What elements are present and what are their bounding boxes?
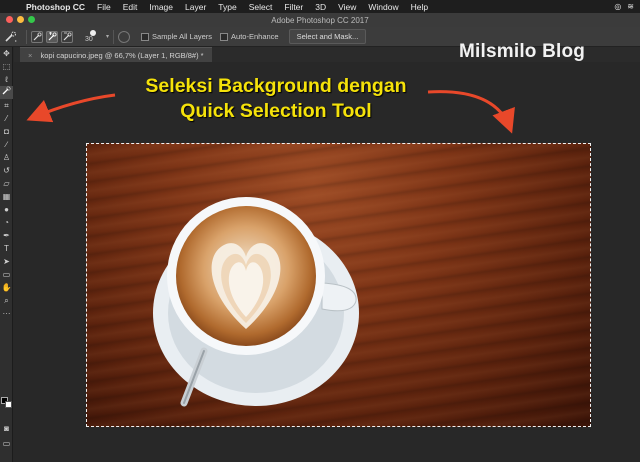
menu-select[interactable]: Select <box>243 2 279 12</box>
brush-tool-icon[interactable]: ∕ <box>0 138 13 151</box>
quick-mask-icon[interactable]: ◙ <box>0 422 13 435</box>
wifi-icon[interactable]: ≋ <box>627 2 634 11</box>
annotation-line-1: Seleksi Background dengan <box>145 75 407 97</box>
move-tool-icon[interactable]: ✥ <box>0 47 13 60</box>
path-selection-tool-icon[interactable]: ➤ <box>0 255 13 268</box>
sample-all-layers-label: Sample All Layers <box>152 32 213 41</box>
auto-enhance-label: Auto-Enhance <box>231 32 279 41</box>
gradient-tool-icon[interactable]: ▦ <box>0 190 13 203</box>
hand-tool-icon[interactable]: ✋ <box>0 281 13 294</box>
brush-angle-icon[interactable] <box>118 30 131 43</box>
crop-tool-icon[interactable]: ⌗ <box>0 99 13 112</box>
document-tab-label: kopi capucino.jpeg @ 66,7% (Layer 1, RGB… <box>40 51 204 60</box>
annotation-line-2: Quick Selection Tool <box>180 100 372 122</box>
menu-help[interactable]: Help <box>405 2 434 12</box>
menu-edit[interactable]: Edit <box>117 2 144 12</box>
separator <box>113 29 115 44</box>
close-tab-icon[interactable]: × <box>28 51 32 60</box>
quick-selection-tool-icon[interactable] <box>0 86 13 99</box>
new-selection-mode-icon[interactable] <box>31 30 43 43</box>
window-title: Adobe Photoshop CC 2017 <box>271 16 369 25</box>
separator <box>26 29 27 44</box>
type-tool-icon[interactable]: T <box>0 242 13 255</box>
background-color-swatch[interactable] <box>5 401 12 408</box>
clone-stamp-tool-icon[interactable]: ♙ <box>0 151 13 164</box>
checkbox-box[interactable] <box>220 32 229 41</box>
auto-enhance-checkbox[interactable]: Auto-Enhance <box>220 32 279 41</box>
sample-all-layers-checkbox[interactable]: Sample All Layers <box>141 32 212 41</box>
shape-tool-icon[interactable]: ▭ <box>0 268 13 281</box>
canvas-image[interactable] <box>86 143 591 427</box>
menu-type[interactable]: Type <box>212 2 242 12</box>
menu-file[interactable]: File <box>91 2 117 12</box>
brush-size-value: 30 <box>85 35 93 43</box>
more-tools-icon[interactable]: ··· <box>0 307 13 320</box>
coffee-cup-photo <box>153 197 359 407</box>
screen-mode-icon[interactable]: ▭ <box>0 437 13 450</box>
select-and-mask-button[interactable]: Select and Mask... <box>288 29 367 44</box>
checkbox-box[interactable] <box>141 32 150 41</box>
brush-dropdown-chevron-icon[interactable]: ▾ <box>106 33 109 40</box>
window-title-bar: Adobe Photoshop CC 2017 <box>0 13 640 27</box>
brush-size-picker[interactable]: 30 <box>82 29 106 45</box>
marquee-tool-icon[interactable]: ⬚ <box>0 60 13 73</box>
color-swatches[interactable] <box>1 397 12 409</box>
dodge-tool-icon[interactable]: ◔ <box>0 216 13 229</box>
menu-image[interactable]: Image <box>143 2 179 12</box>
status-icons: ◎ ≋ <box>614 2 640 11</box>
tools-panel: ✥ ⬚ ℓ ⌗ ⁄ ◘ ∕ ♙ ↺ ▱ ▦ ● ◔ ✒ T ➤ ▭ ✋ ⌕ ··… <box>0 47 13 462</box>
menu-layer[interactable]: Layer <box>179 2 212 12</box>
blur-tool-icon[interactable]: ● <box>0 203 13 216</box>
document-tab[interactable]: × kopi capucino.jpeg @ 66,7% (Layer 1, R… <box>20 47 212 62</box>
pen-tool-icon[interactable]: ✒ <box>0 229 13 242</box>
quick-selection-preset-icon[interactable] <box>0 29 22 45</box>
creative-cloud-icon[interactable]: ◎ <box>614 2 621 11</box>
menu-app-name[interactable]: Photoshop CC <box>20 2 91 12</box>
menu-window[interactable]: Window <box>362 2 404 12</box>
zoom-tool-icon[interactable]: ⌕ <box>0 294 13 307</box>
eyedropper-tool-icon[interactable]: ⁄ <box>0 112 13 125</box>
menu-bar: Photoshop CC File Edit Image Layer Type … <box>0 0 640 13</box>
menu-view[interactable]: View <box>332 2 362 12</box>
lasso-tool-icon[interactable]: ℓ <box>0 73 13 86</box>
eraser-tool-icon[interactable]: ▱ <box>0 177 13 190</box>
healing-brush-tool-icon[interactable]: ◘ <box>0 125 13 138</box>
annotation-headline: Seleksi Background dengan Quick Selectio… <box>96 74 456 124</box>
blog-watermark: Milsmilo Blog <box>459 41 586 62</box>
add-to-selection-mode-icon[interactable] <box>46 30 58 43</box>
history-brush-tool-icon[interactable]: ↺ <box>0 164 13 177</box>
menu-3d[interactable]: 3D <box>309 2 332 12</box>
menu-filter[interactable]: Filter <box>278 2 309 12</box>
subtract-from-selection-mode-icon[interactable] <box>61 30 73 43</box>
